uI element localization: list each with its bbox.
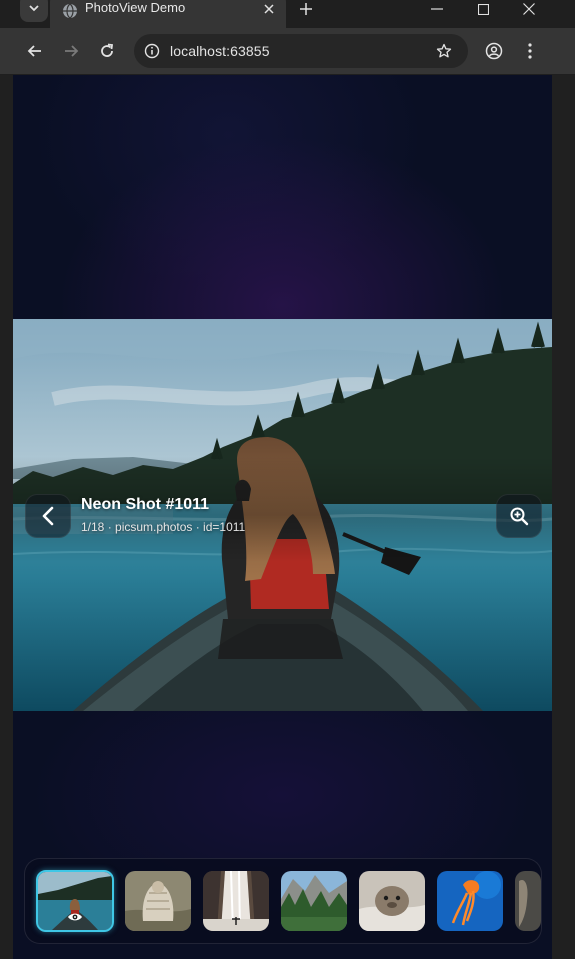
thumbnail-blanket-image (125, 871, 191, 931)
tab-search-button[interactable] (20, 0, 48, 22)
address-bar[interactable]: localhost:63855 (134, 34, 468, 68)
url-text: localhost:63855 (170, 43, 270, 59)
tab-title: PhotoView Demo (85, 0, 186, 15)
browser-tab[interactable]: PhotoView Demo (50, 0, 286, 28)
previous-photo-button[interactable] (25, 494, 71, 538)
maximize-icon (477, 3, 489, 15)
minimize-button[interactable] (414, 0, 460, 18)
browser-toolbar: localhost:63855 (0, 28, 575, 74)
thumbnail-2[interactable] (125, 871, 191, 931)
thumbnail-1[interactable] (36, 870, 114, 932)
eye-icon (68, 913, 82, 921)
thumbnail-6[interactable] (437, 871, 503, 931)
photo-caption: Neon Shot #1011 1/18 · picsum.photos · i… (81, 495, 245, 534)
star-icon (436, 43, 452, 58)
back-icon (27, 45, 41, 57)
photo-viewer-page: Neon Shot #1011 1/18 · picsum.photos · i… (13, 75, 552, 959)
tab-strip: PhotoView Demo (0, 0, 575, 28)
bookmark-button[interactable] (434, 41, 454, 61)
photo-title: Neon Shot #1011 (81, 496, 210, 513)
thumbnail-seal-image (359, 871, 425, 931)
maximize-button[interactable] (460, 0, 506, 18)
profile-button[interactable] (482, 39, 506, 63)
thumbnail-4[interactable] (281, 871, 347, 931)
chevron-down-icon (29, 5, 39, 12)
profile-icon (485, 42, 503, 60)
site-info-button[interactable] (142, 41, 162, 61)
zoom-in-icon (510, 507, 529, 526)
zoom-button[interactable] (496, 494, 542, 538)
back-button[interactable] (23, 39, 47, 63)
new-tab-button[interactable] (296, 0, 316, 18)
forward-button[interactable] (59, 39, 83, 63)
thumbnail-strip[interactable] (24, 858, 542, 944)
thumbnail-3[interactable] (203, 871, 269, 931)
thumbnail-7[interactable] (515, 871, 541, 931)
window-close-button[interactable] (506, 0, 552, 18)
info-icon (144, 43, 160, 59)
window-border-left (0, 75, 13, 959)
window-border-right (552, 75, 575, 959)
chevron-left-icon (42, 506, 54, 526)
plus-icon (300, 3, 312, 15)
thumbnail-partial-image (515, 871, 541, 931)
reload-button[interactable] (95, 39, 119, 63)
viewing-indicator (66, 910, 84, 924)
thumbnail-waterfall-image (203, 871, 269, 931)
close-icon (523, 3, 535, 15)
photo-meta: 1/18 · picsum.photos · id=1011 (81, 520, 246, 534)
kebab-menu-icon (528, 43, 532, 59)
thumbnail-5[interactable] (359, 871, 425, 931)
browser-menu-button[interactable] (518, 39, 542, 63)
minimize-icon (431, 8, 443, 10)
thumbnail-mountain-image (281, 871, 347, 931)
reload-icon (101, 43, 114, 57)
globe-icon (63, 3, 77, 19)
close-icon (264, 4, 274, 14)
thumbnail-jellyfish-image (437, 871, 503, 931)
forward-icon (65, 45, 79, 57)
tab-close-button[interactable] (260, 0, 278, 18)
